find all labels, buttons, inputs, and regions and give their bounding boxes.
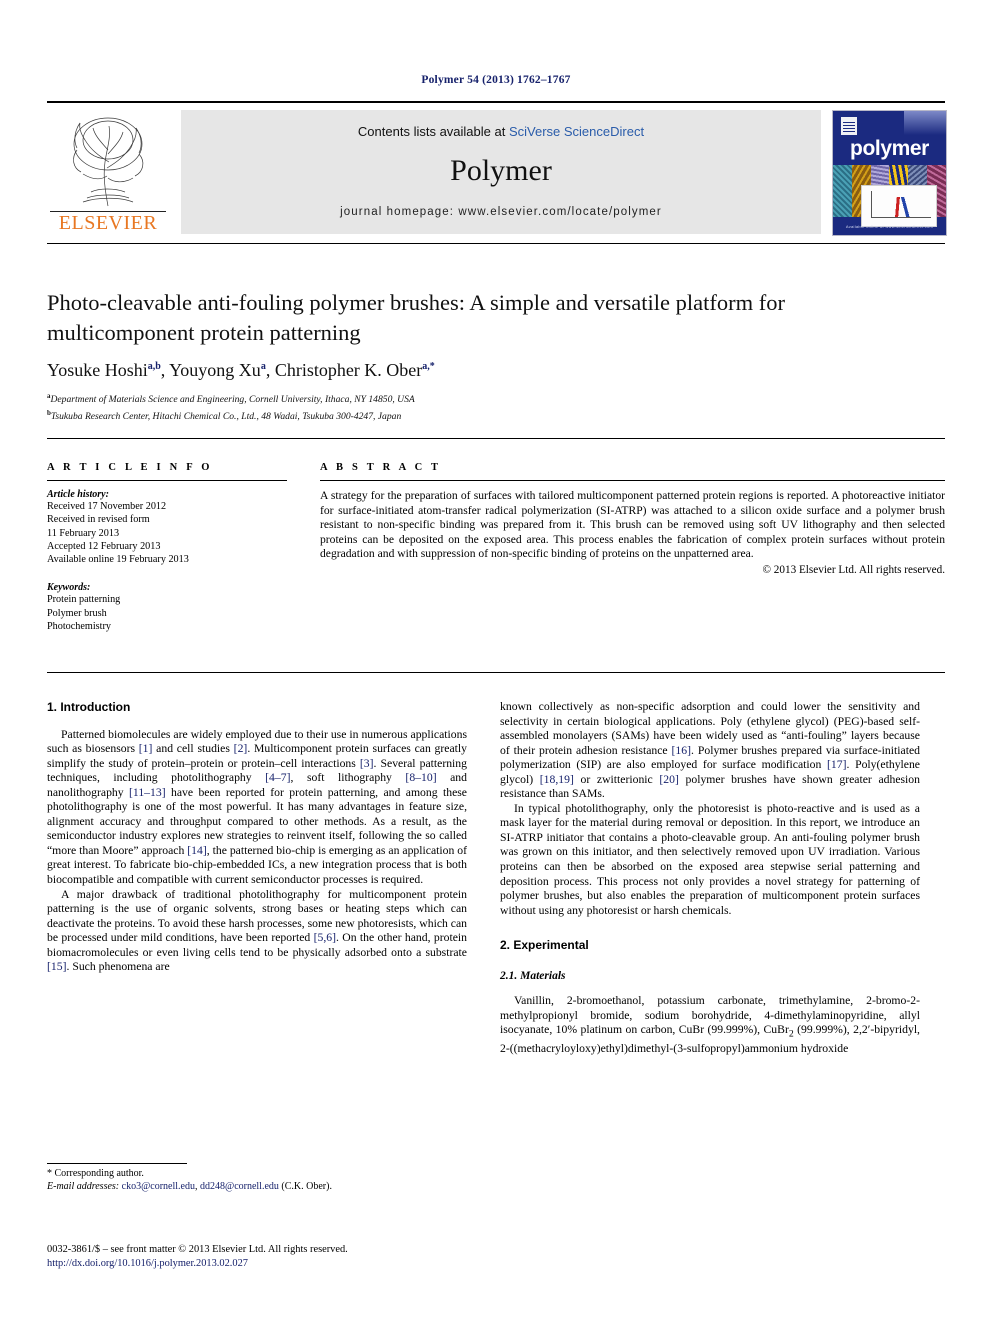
issn-copyright-line: 0032-3861/$ – see front matter © 2013 El… (47, 1244, 348, 1255)
history-line: Accepted 12 February 2013 (47, 540, 161, 552)
elsevier-logo: ELSEVIER (47, 108, 169, 236)
author-separator: , (160, 360, 170, 380)
info-bottom-rule (47, 672, 945, 673)
cover-footer-text: Available online at www.sciencedirect.co… (845, 224, 934, 229)
paragraph: Patterned biomolecules are widely employ… (47, 728, 467, 888)
imprint-block: 0032-3861/$ – see front matter © 2013 El… (47, 1243, 547, 1271)
abstract-rule (320, 480, 945, 481)
cover-stripe (904, 111, 946, 135)
citation-link[interactable]: [20] (659, 773, 678, 786)
running-head: Polymer 54 (2013) 1762–1767 (421, 74, 571, 86)
affiliation-item: bTsukuba Research Center, Hitachi Chemic… (47, 407, 927, 424)
masthead-top-rule (47, 101, 945, 103)
citation-link[interactable]: [18,19] (540, 773, 574, 786)
corresponding-author-note: * Corresponding author. (47, 1167, 467, 1180)
keyword-item: Protein patterning (47, 594, 121, 606)
keyword-item: Polymer brush (47, 607, 107, 619)
abstract-copyright: © 2013 Elsevier Ltd. All rights reserved… (762, 563, 946, 576)
cover-art-tile (833, 165, 852, 217)
citation-link[interactable]: [17] (827, 758, 846, 771)
masthead: ELSEVIER Contents lists available at Sci… (47, 108, 947, 236)
affiliation-text: Tsukuba Research Center, Hitachi Chemica… (50, 410, 402, 422)
masthead-bottom-rule (47, 243, 945, 244)
journal-title: Polymer (450, 154, 552, 187)
cover-publisher-badge-icon (841, 117, 857, 135)
journal-homepage-link[interactable]: journal homepage: www.elsevier.com/locat… (181, 206, 821, 218)
citation-link[interactable]: [11–13] (129, 786, 166, 799)
keyword-item: Photochemistry (47, 621, 111, 633)
elsevier-tree-icon (53, 110, 163, 212)
paragraph: In typical photolithography, only the ph… (500, 801, 920, 917)
text-run: , soft lithography (290, 771, 406, 785)
author-affil-mark: a,* (422, 361, 435, 372)
email-suffix: (C.K. Ober). (278, 1181, 332, 1192)
sciencedirect-link[interactable]: SciVerse ScienceDirect (509, 124, 644, 139)
abstract-block: A B S T R A C T A strategy for the prepa… (320, 462, 945, 576)
body-column-left: 1. Introduction Patterned biomolecules a… (47, 700, 467, 975)
footnote-block: * Corresponding author. E-mail addresses… (47, 1167, 467, 1193)
affiliation-item: aDepartment of Materials Science and Eng… (47, 390, 927, 407)
cover-inset-plot (861, 185, 937, 227)
email-link[interactable]: dd248@cornell.edu (200, 1181, 279, 1192)
email-label: E-mail addresses: (47, 1181, 120, 1192)
affiliation-text: Department of Materials Science and Engi… (50, 394, 415, 406)
paragraph: A major drawback of traditional photolit… (47, 888, 467, 975)
paragraph: Vanillin, 2-bromoethanol, potassium carb… (500, 994, 920, 1057)
info-top-rule (47, 438, 945, 439)
section-heading-introduction: 1. Introduction (47, 700, 131, 714)
author-name: Christopher K. Ober (274, 360, 423, 380)
article-history-label: Article history: (47, 489, 109, 500)
contents-prefix: Contents lists available at (357, 124, 509, 139)
article-info-block: A R T I C L E I N F O Article history: R… (47, 462, 287, 633)
citation-link[interactable]: [4–7] (265, 771, 290, 784)
footnote-rule (47, 1163, 187, 1164)
history-line: 11 February 2013 (47, 527, 120, 539)
section-heading-experimental: 2. Experimental (500, 938, 589, 953)
history-line: Available online 19 February 2013 (47, 554, 189, 566)
cover-title: polymer (850, 137, 929, 160)
text-run: or zwitterionic (573, 772, 660, 786)
paragraph: known collectively as non-specific adsor… (500, 700, 920, 802)
history-line: Received in revised form (47, 514, 150, 526)
citation-link[interactable]: [1] (139, 742, 153, 755)
article-info-heading: A R T I C L E I N F O (47, 462, 213, 473)
doi-link[interactable]: http://dx.doi.org/10.1016/j.polymer.2013… (47, 1257, 547, 1271)
affiliation-list: aDepartment of Materials Science and Eng… (47, 390, 927, 424)
sciencedirect-panel: Contents lists available at SciVerse Sci… (181, 110, 821, 234)
text-run: and cell studies (152, 742, 234, 756)
citation-link[interactable]: [14] (187, 844, 206, 857)
author-affil-mark: a,b (147, 361, 161, 372)
section-heading-materials: 2.1. Materials (500, 969, 566, 982)
body-column-right: known collectively as non-specific adsor… (500, 700, 920, 1057)
email-line: E-mail addresses: cko3@cornell.edu, dd24… (47, 1180, 467, 1193)
author-entry: Christopher K. Obera,* (275, 360, 435, 380)
contents-available-line: Contents lists available at SciVerse Sci… (181, 124, 821, 139)
author-entry: Youyong Xua (169, 360, 266, 380)
citation-link[interactable]: [2] (234, 742, 248, 755)
citation-link[interactable]: [5,6] (314, 931, 336, 944)
author-name: Youyong Xu (169, 360, 261, 380)
abstract-text: A strategy for the preparation of surfac… (320, 489, 945, 561)
citation-link[interactable]: [8–10] (405, 771, 436, 784)
citation-link[interactable]: [16] (672, 744, 691, 757)
author-list: Yosuke Hoshia,b, Youyong Xua, Christophe… (47, 360, 927, 381)
corresponding-text: Corresponding author. (52, 1168, 144, 1179)
author-name: Yosuke Hoshi (47, 360, 148, 380)
journal-cover-thumbnail: polymer Available online at www.scienced… (832, 110, 947, 236)
abstract-heading: A B S T R A C T (320, 462, 442, 473)
paper-page: Polymer 54 (2013) 1762–1767 ELSEVIER Con… (0, 0, 992, 1323)
author-entry: Yosuke Hoshia,b (47, 360, 161, 380)
keywords-label: Keywords: (47, 582, 91, 594)
article-info-rule (47, 480, 287, 481)
citation-link[interactable]: [3] (360, 757, 374, 770)
citation-link[interactable]: [15] (47, 960, 66, 973)
author-separator: , (265, 360, 275, 380)
page-title: Photo-cleavable anti-fouling polymer bru… (47, 290, 785, 345)
text-run: . Such phenomena are (66, 960, 170, 974)
history-line: Received 17 November 2012 (47, 501, 167, 512)
email-link[interactable]: cko3@cornell.edu (122, 1181, 195, 1192)
elsevier-wordmark: ELSEVIER (58, 212, 158, 234)
